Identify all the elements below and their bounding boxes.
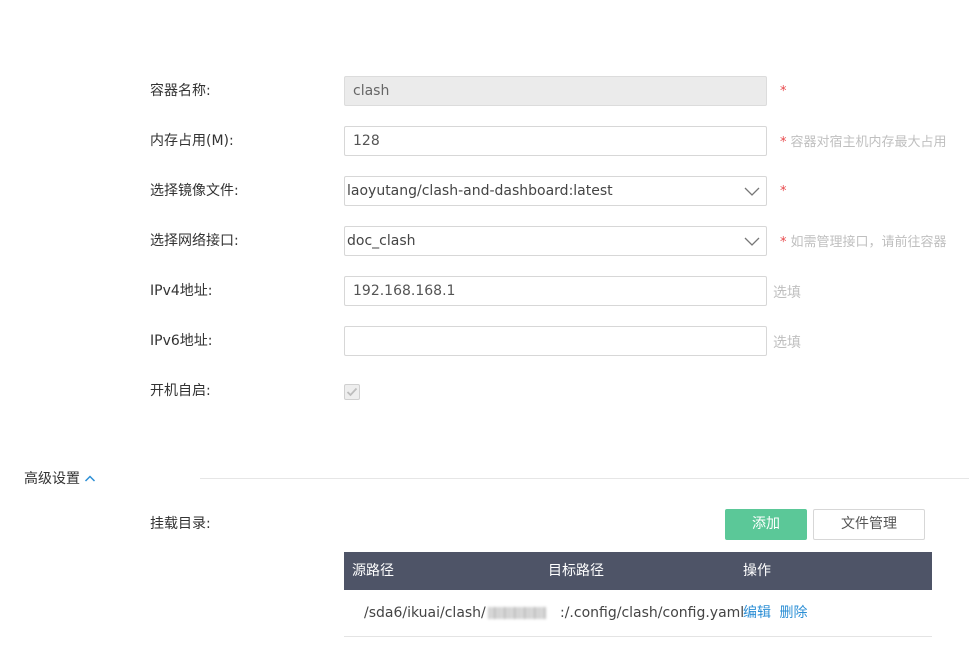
table-row: /sda6/ikuai/clash/ :/.config/clash/confi… <box>344 590 932 637</box>
ipv4-optional-note: 选填 <box>773 285 801 301</box>
required-star: * <box>780 184 787 199</box>
image-label: 选择镜像文件: <box>150 183 239 199</box>
actions-cell: 编辑 删除 <box>743 590 810 636</box>
ipv4-label: IPv4地址: <box>150 283 213 299</box>
image-required: * <box>780 182 791 202</box>
memory-input[interactable]: 128 <box>344 126 767 156</box>
container-name-field: clash <box>344 76 767 106</box>
advanced-settings-title: 高级设置 <box>24 471 80 487</box>
mount-table: 源路径 目标路径 操作 /sda6/ikuai/clash/ :/.config… <box>344 552 932 637</box>
network-label: 选择网络接口: <box>150 233 239 249</box>
autostart-label: 开机自启: <box>150 383 211 399</box>
container-name-required: * <box>780 82 791 102</box>
required-star: * <box>780 135 787 150</box>
required-star: * <box>780 235 787 250</box>
network-hint-text: 如需管理接口，请前往容器 <box>790 235 947 250</box>
ipv4-input[interactable]: 192.168.168.1 <box>344 276 767 306</box>
column-actions: 操作 <box>743 563 771 579</box>
section-divider <box>200 478 969 479</box>
column-source-path: 源路径 <box>352 563 394 579</box>
chevron-down-icon <box>744 237 760 246</box>
network-hint: * 如需管理接口，请前往容器 <box>780 233 947 253</box>
autostart-checkbox[interactable] <box>344 384 360 400</box>
container-name-label: 容器名称: <box>150 83 211 99</box>
network-select-value: doc_clash <box>347 233 416 249</box>
advanced-settings-toggle[interactable]: 高级设置 <box>24 469 96 489</box>
source-path-text: /sda6/ikuai/clash/ <box>364 605 486 621</box>
source-path-cell: /sda6/ikuai/clash/ <box>364 590 548 636</box>
target-path-cell: :/.config/clash/config.yaml <box>560 605 745 621</box>
column-target-path: 目标路径 <box>548 563 604 579</box>
required-star: * <box>780 84 787 99</box>
add-mount-button[interactable]: 添加 <box>725 509 807 540</box>
network-select[interactable]: doc_clash <box>344 226 767 256</box>
image-select-value: laoyutang/clash-and-dashboard:latest <box>347 183 613 199</box>
mount-label: 挂载目录: <box>150 516 211 532</box>
ipv6-label: IPv6地址: <box>150 333 213 349</box>
memory-label: 内存占用(M): <box>150 133 234 149</box>
delete-link[interactable]: 删除 <box>779 605 807 621</box>
chevron-down-icon <box>744 187 760 196</box>
file-manager-button[interactable]: 文件管理 <box>813 509 925 540</box>
redacted-text <box>487 607 546 619</box>
ipv6-input[interactable] <box>344 326 767 356</box>
table-header: 源路径 目标路径 操作 <box>344 552 932 590</box>
memory-hint-text: 容器对宿主机内存最大占用 <box>790 135 947 150</box>
memory-hint: * 容器对宿主机内存最大占用 <box>780 133 947 153</box>
container-form-page: 容器名称: clash * 内存占用(M): 128 * 容器对宿主机内存最大占用… <box>0 0 969 651</box>
image-select[interactable]: laoyutang/clash-and-dashboard:latest <box>344 176 767 206</box>
ipv6-optional-note: 选填 <box>773 335 801 351</box>
edit-link[interactable]: 编辑 <box>743 605 771 621</box>
checkmark-icon <box>346 387 358 397</box>
chevron-up-icon <box>84 475 96 482</box>
